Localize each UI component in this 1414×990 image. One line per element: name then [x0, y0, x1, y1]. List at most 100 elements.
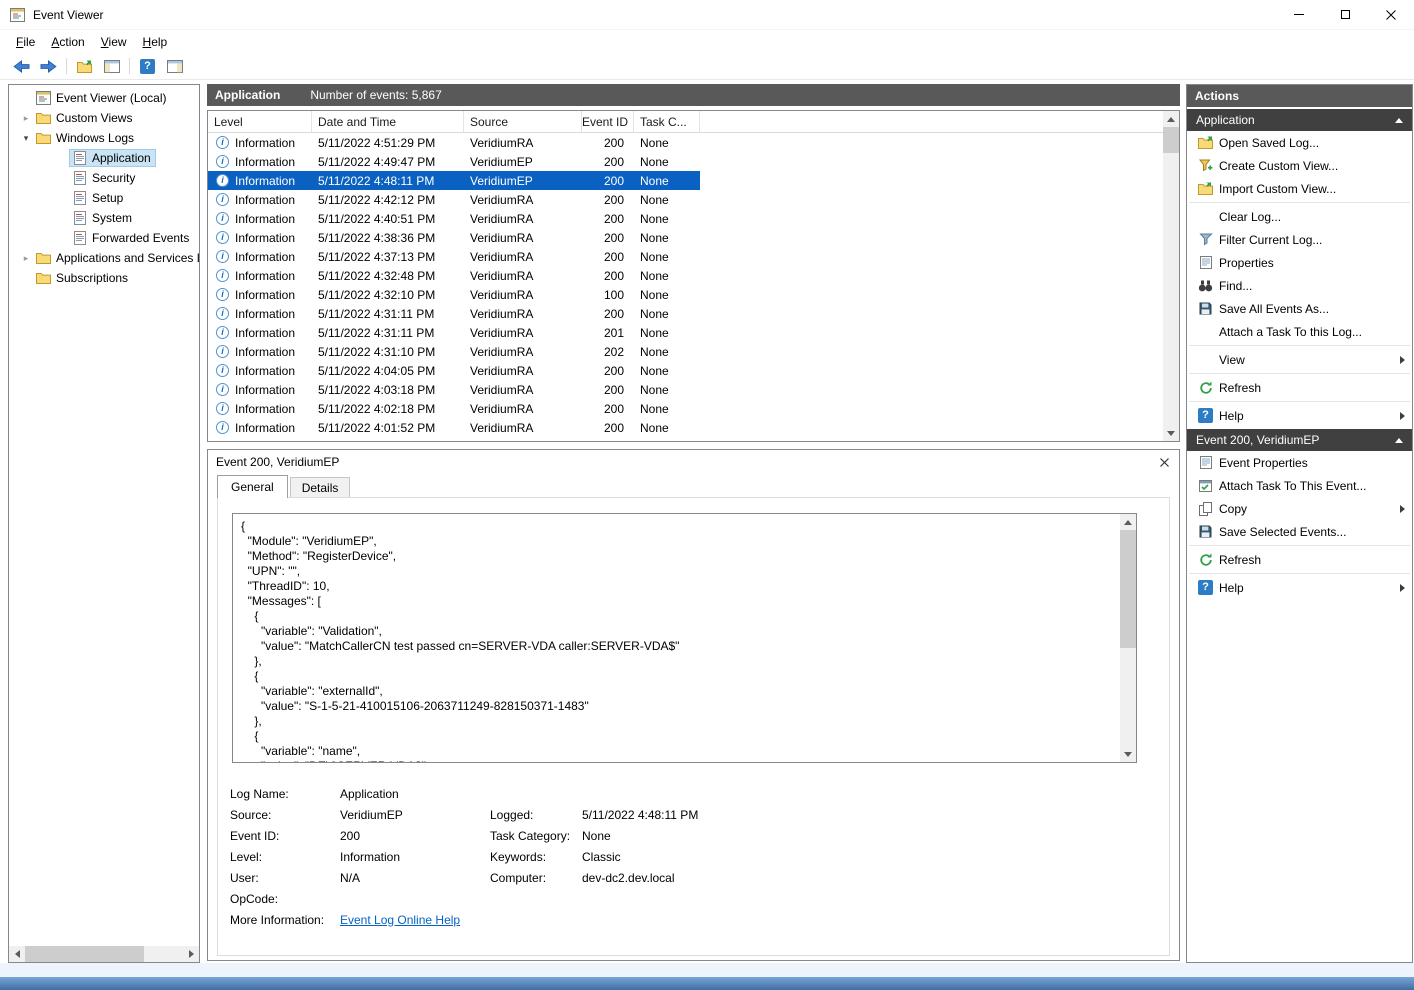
- actions-section-header-event-200-veridiumep[interactable]: Event 200, VeridiumEP: [1187, 429, 1412, 451]
- event-row[interactable]: iInformation5/11/2022 4:49:47 PMVeridium…: [208, 152, 700, 171]
- menu-file[interactable]: File: [8, 32, 43, 52]
- event-row[interactable]: iInformation5/11/2022 4:04:05 PMVeridium…: [208, 361, 700, 380]
- column-header-source[interactable]: Source: [464, 111, 582, 132]
- action-help[interactable]: ?Help: [1187, 576, 1412, 599]
- event-row[interactable]: iInformation5/11/2022 4:01:52 PMVeridium…: [208, 418, 700, 437]
- minimize-button[interactable]: [1276, 0, 1322, 30]
- event-detail-box[interactable]: { "Module": "VeridiumEP", "Method": "Reg…: [232, 513, 1137, 763]
- event-row[interactable]: iInformation5/11/2022 4:31:11 PMVeridium…: [208, 304, 700, 323]
- action-copy[interactable]: Copy: [1187, 497, 1412, 520]
- collapsed-chevron-icon[interactable]: ▸: [19, 253, 33, 264]
- toolbar-help-button[interactable]: ?: [134, 54, 161, 78]
- cell-task-category: None: [634, 418, 700, 437]
- tree-item-setup[interactable]: Setup: [9, 188, 199, 208]
- detail-scrollbar[interactable]: [1120, 514, 1136, 762]
- collapse-chevron-icon: [1395, 438, 1403, 443]
- tree-item-forwarded-events[interactable]: Forwarded Events: [9, 228, 199, 248]
- action-import-custom-view[interactable]: Import Custom View...: [1187, 177, 1412, 200]
- tab-details[interactable]: Details: [290, 477, 351, 498]
- event-row[interactable]: iInformation5/11/2022 4:02:18 PMVeridium…: [208, 399, 700, 418]
- tree-item-event-viewer-local[interactable]: Event Viewer (Local): [9, 88, 199, 108]
- expanded-chevron-icon[interactable]: ▾: [19, 133, 33, 144]
- action-save-selected-events[interactable]: Save Selected Events...: [1187, 520, 1412, 543]
- menu-view[interactable]: View: [93, 32, 135, 52]
- event-row[interactable]: iInformation5/11/2022 4:51:29 PMVeridium…: [208, 133, 700, 152]
- column-header-level[interactable]: Level: [208, 111, 312, 132]
- action-find[interactable]: Find...: [1187, 274, 1412, 297]
- toolbar-show-action-pane-button[interactable]: [161, 54, 188, 78]
- toolbar-open-saved-log-button[interactable]: [71, 54, 98, 78]
- action-properties[interactable]: Properties: [1187, 251, 1412, 274]
- tree-horizontal-scrollbar[interactable]: [9, 946, 199, 962]
- tree-item-body: Custom Views: [33, 109, 137, 127]
- cell-level: iInformation: [208, 304, 312, 323]
- action-event-properties[interactable]: Event Properties: [1187, 451, 1412, 474]
- action-attach-a-task-to-this-log[interactable]: Attach a Task To this Log...: [1187, 320, 1412, 343]
- tree-item-applications-and-services-lo[interactable]: ▸Applications and Services Lo: [9, 248, 199, 268]
- tree-item-subscriptions[interactable]: Subscriptions: [9, 268, 199, 288]
- field-label-task-category: Task Category:: [490, 829, 582, 843]
- action-filter-current-log[interactable]: Filter Current Log...: [1187, 228, 1412, 251]
- event-list-scrollbar[interactable]: [1163, 111, 1179, 441]
- scroll-up-button[interactable]: [1120, 514, 1136, 530]
- column-header-task-c[interactable]: Task C...: [634, 111, 700, 132]
- event-row[interactable]: iInformation5/11/2022 4:42:12 PMVeridium…: [208, 190, 700, 209]
- event-row[interactable]: iInformation5/11/2022 4:31:11 PMVeridium…: [208, 323, 700, 342]
- maximize-button[interactable]: [1322, 0, 1368, 30]
- column-header-event-id[interactable]: Event ID: [582, 111, 634, 132]
- scroll-thumb[interactable]: [1163, 127, 1179, 153]
- toolbar-show-console-tree-button[interactable]: [98, 54, 125, 78]
- column-header-date-and-time[interactable]: Date and Time: [312, 111, 464, 132]
- action-create-custom-view[interactable]: Create Custom View...: [1187, 154, 1412, 177]
- event-row[interactable]: iInformation5/11/2022 4:03:18 PMVeridium…: [208, 380, 700, 399]
- tree-item-security[interactable]: Security: [9, 168, 199, 188]
- menu-help[interactable]: Help: [135, 32, 176, 52]
- collapsed-chevron-icon[interactable]: ▸: [19, 113, 33, 124]
- tree-item-application[interactable]: Application: [9, 148, 199, 168]
- event-row[interactable]: iInformation5/11/2022 4:38:36 PMVeridium…: [208, 228, 700, 247]
- scroll-thumb[interactable]: [1120, 530, 1136, 648]
- close-button[interactable]: [1368, 0, 1414, 30]
- tree-item-system[interactable]: System: [9, 208, 199, 228]
- toolbar-forward-button[interactable]: [35, 54, 62, 78]
- cell-source: VeridiumRA: [464, 247, 582, 266]
- event-log-online-help-link[interactable]: Event Log Online Help: [340, 913, 460, 927]
- scroll-down-button[interactable]: [1120, 746, 1136, 762]
- scroll-right-button[interactable]: [183, 946, 199, 962]
- menu-action[interactable]: Action: [43, 32, 92, 52]
- window-title: Event Viewer: [33, 8, 103, 22]
- scroll-track[interactable]: [1120, 530, 1136, 746]
- cell-task-category: None: [634, 190, 700, 209]
- scroll-track[interactable]: [1163, 127, 1179, 425]
- cell-level: iInformation: [208, 152, 312, 171]
- action-view[interactable]: View: [1187, 348, 1412, 371]
- scroll-thumb[interactable]: [25, 946, 144, 962]
- action-help[interactable]: ?Help: [1187, 404, 1412, 427]
- scroll-up-button[interactable]: [1163, 111, 1179, 127]
- event-row[interactable]: iInformation5/11/2022 4:37:13 PMVeridium…: [208, 247, 700, 266]
- scroll-down-button[interactable]: [1163, 425, 1179, 441]
- event-row[interactable]: iInformation5/11/2022 4:31:10 PMVeridium…: [208, 342, 700, 361]
- scroll-left-button[interactable]: [9, 946, 25, 962]
- scroll-track[interactable]: [25, 946, 183, 962]
- event-row[interactable]: iInformation5/11/2022 4:40:51 PMVeridium…: [208, 209, 700, 228]
- action-refresh[interactable]: Refresh: [1187, 548, 1412, 571]
- event-row[interactable]: iInformation5/11/2022 4:32:10 PMVeridium…: [208, 285, 700, 304]
- tree-item-body: Subscriptions: [33, 269, 133, 287]
- action-open-saved-log[interactable]: Open Saved Log...: [1187, 131, 1412, 154]
- action-refresh[interactable]: Refresh: [1187, 376, 1412, 399]
- event-row[interactable]: iInformation5/11/2022 4:32:48 PMVeridium…: [208, 266, 700, 285]
- action-clear-log[interactable]: Clear Log...: [1187, 205, 1412, 228]
- help-icon: ?: [1197, 580, 1214, 595]
- tree-item-windows-logs[interactable]: ▾Windows Logs: [9, 128, 199, 148]
- event-row[interactable]: iInformation5/11/2022 4:48:11 PMVeridium…: [208, 171, 700, 190]
- tree-item-custom-views[interactable]: ▸Custom Views: [9, 108, 199, 128]
- bottom-strip: [0, 963, 1414, 990]
- action-attach-task-to-this-event[interactable]: Attach Task To This Event...: [1187, 474, 1412, 497]
- close-preview-button[interactable]: [1160, 458, 1169, 467]
- toolbar-back-button[interactable]: [8, 54, 35, 78]
- action-save-all-events-as[interactable]: Save All Events As...: [1187, 297, 1412, 320]
- actions-section-header-application[interactable]: Application: [1187, 109, 1412, 131]
- tab-general[interactable]: General: [217, 475, 288, 498]
- action-label: Attach a Task To this Log...: [1219, 325, 1362, 339]
